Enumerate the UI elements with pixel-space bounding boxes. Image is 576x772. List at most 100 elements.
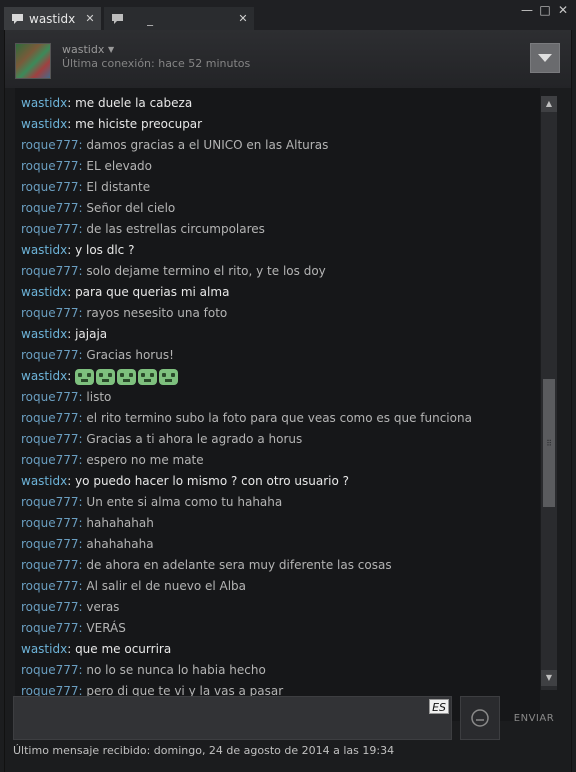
chat-message: roque777: El distante [21,177,150,198]
close-icon[interactable]: ✕ [81,12,99,25]
message-sender[interactable]: roque777 [21,201,79,215]
emoticon-group [75,366,180,387]
scrollbar[interactable]: ▲ ⠿ ▼ [541,96,557,690]
message-sender[interactable]: roque777 [21,432,79,446]
tab-label: wastidx [29,11,76,26]
message-sender[interactable]: roque777 [21,159,79,173]
chat-message: roque777: Gracias a ti ahora le agrado a… [21,429,302,450]
message-separator: : [78,579,83,593]
message-separator: : [78,138,83,152]
scroll-up-icon[interactable]: ▲ [541,96,557,112]
chat-message: wastidx: yo puedo hacer lo mismo ? con o… [21,471,349,492]
message-separator: : [67,243,72,257]
creeper-emoticon-icon [75,368,95,385]
chat-message: roque777: de ahora en adelante sera muy … [21,555,392,576]
message-log[interactable]: wastidx: me duele la cabeza wastidx: me h… [15,88,540,721]
message-text: no lo se nunca lo habia hecho [86,663,266,677]
tab-other-chat[interactable]: _ ✕ [104,7,254,30]
chat-message: roque777: Al salir el de nuevo el Alba [21,576,246,597]
chat-window: wastidx ▼ Última conexión: hace 52 minut… [4,30,572,772]
last-message-status: Último mensaje recibido: domingo, 24 de … [13,744,395,757]
smiley-icon [471,709,489,727]
message-sender[interactable]: roque777 [21,558,79,572]
message-separator: : [78,264,83,278]
message-sender[interactable]: roque777 [21,138,79,152]
message-sender[interactable]: roque777 [21,306,79,320]
message-separator: : [78,180,83,194]
message-sender[interactable]: roque777 [21,537,79,551]
message-text: que me ocurrira [75,642,172,656]
scroll-thumb[interactable]: ⠿ [543,379,555,507]
chat-message: roque777: veras [21,597,119,618]
creeper-emoticon-icon [96,368,116,385]
message-text: damos gracias a el UNICO en las Alturas [86,138,329,152]
chat-message: roque777: no lo se nunca lo habia hecho [21,660,266,681]
chat-message: roque777: Un ente si alma como tu hahaha [21,492,282,513]
scroll-down-icon[interactable]: ▼ [541,670,557,686]
chat-message: roque777: de las estrellas circumpolares [21,219,265,240]
window-close-icon[interactable]: ✕ [556,3,570,17]
message-sender[interactable]: wastidx [21,285,67,299]
message-separator: : [78,306,83,320]
message-separator: : [78,159,83,173]
chat-message: roque777: espero no me mate [21,450,204,471]
chat-bubble-icon [9,11,25,27]
emoticon-button[interactable] [460,696,500,740]
message-text: Gracias a ti ahora le agrado a horus [86,432,303,446]
chat-message: roque777: Señor del cielo [21,198,175,219]
chat-menu-button[interactable] [530,43,560,73]
message-separator: : [78,600,83,614]
message-sender[interactable]: wastidx [21,117,67,131]
message-text: Gracias horus! [86,348,174,362]
friend-name[interactable]: wastidx [62,43,104,56]
message-text: de las estrellas circumpolares [86,222,265,236]
message-sender[interactable]: wastidx [21,642,67,656]
message-sender[interactable]: wastidx [21,327,67,341]
message-text: hahahahah [86,516,154,530]
message-sender[interactable]: roque777 [21,663,79,677]
maximize-icon[interactable]: □ [538,3,552,17]
message-sender[interactable]: roque777 [21,621,79,635]
chat-message: roque777: VERÁS [21,618,126,639]
close-icon[interactable]: ✕ [234,12,252,25]
send-button[interactable]: ENVIAR [507,696,561,740]
message-text: rayos nesesito una foto [86,306,228,320]
message-sender[interactable]: roque777 [21,222,79,236]
chevron-down-icon[interactable]: ▼ [108,45,114,54]
message-sender[interactable]: roque777 [21,264,79,278]
chat-message: wastidx: que me ocurrira [21,639,171,660]
tab-wastidx[interactable]: wastidx ✕ [4,7,101,30]
message-sender[interactable]: wastidx [21,474,67,488]
message-sender[interactable]: wastidx [21,243,67,257]
message-separator: : [78,663,83,677]
message-sender[interactable]: roque777 [21,495,79,509]
message-separator: : [78,537,83,551]
message-separator: : [67,117,72,131]
minimize-icon[interactable]: — [520,3,534,17]
message-sender[interactable]: roque777 [21,390,79,404]
message-text: y los dlc ? [75,243,135,257]
creeper-emoticon-icon [117,368,137,385]
message-separator: : [78,453,83,467]
message-sender[interactable]: roque777 [21,453,79,467]
chat-message: wastidx: jajaja [21,324,107,345]
message-sender[interactable]: roque777 [21,579,79,593]
message-sender[interactable]: roque777 [21,348,79,362]
message-input[interactable]: ES [13,696,452,740]
chat-message: roque777: solo dejame termino el rito, y… [21,261,326,282]
message-sender[interactable]: roque777 [21,600,79,614]
message-sender[interactable]: roque777 [21,516,79,530]
message-separator: : [67,642,72,656]
message-sender[interactable]: wastidx [21,96,67,110]
message-text: El distante [86,180,151,194]
message-sender[interactable]: roque777 [21,180,79,194]
title-bar: wastidx ✕ _ ✕ — □ ✕ [0,0,576,30]
avatar[interactable] [15,43,51,79]
message-sender[interactable]: roque777 [21,411,79,425]
message-text: VERÁS [86,621,126,635]
message-text: me hiciste preocupar [75,117,203,131]
message-separator: : [78,558,83,572]
message-text: para que querias mi alma [75,285,230,299]
message-text: Al salir el de nuevo el Alba [86,579,247,593]
message-sender[interactable]: wastidx [21,369,67,383]
